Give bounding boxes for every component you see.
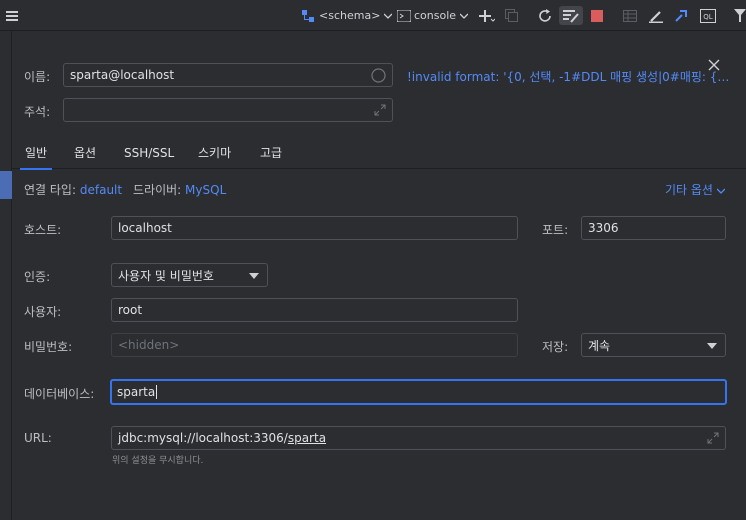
tab-advanced[interactable]: 고급 bbox=[260, 139, 282, 169]
chevron-down-icon bbox=[707, 343, 717, 349]
port-input[interactable]: 3306 bbox=[581, 216, 726, 240]
schema-selector[interactable]: <schema> bbox=[302, 6, 393, 25]
chevron-down-icon bbox=[460, 13, 469, 19]
chevron-down-icon bbox=[249, 273, 259, 279]
database-schema-icon bbox=[302, 9, 316, 22]
host-label: 호스트: bbox=[24, 223, 62, 237]
user-input[interactable]: root bbox=[111, 298, 518, 322]
user-value: root bbox=[118, 303, 143, 317]
connection-type-link[interactable]: default bbox=[80, 183, 122, 197]
edit-table-icon[interactable] bbox=[559, 6, 583, 25]
url-prefix: jdbc:mysql://localhost:3306/ bbox=[118, 431, 288, 445]
url-hint: 위의 설정을 무시합니다. bbox=[112, 456, 204, 466]
password-input[interactable]: <hidden> bbox=[111, 333, 518, 357]
comment-input[interactable] bbox=[63, 98, 393, 122]
comment-label: 주석: bbox=[24, 105, 51, 119]
user-label: 사용자: bbox=[24, 305, 62, 319]
expand-icon[interactable] bbox=[707, 432, 719, 447]
driver-link[interactable]: MySQL bbox=[185, 183, 226, 197]
filter-icon[interactable] bbox=[734, 6, 746, 25]
chevron-down-icon bbox=[384, 13, 393, 19]
url-input[interactable]: jdbc:mysql://localhost:3306/sparta bbox=[111, 426, 726, 450]
schema-label: <schema> bbox=[319, 9, 381, 22]
tab-options[interactable]: 옵션 bbox=[74, 139, 96, 169]
tab-ssh-ssl[interactable]: SSH/SSL bbox=[124, 139, 174, 169]
port-value: 3306 bbox=[588, 221, 619, 235]
top-toolbar: <schema> console QL bbox=[0, 0, 746, 31]
password-placeholder: <hidden> bbox=[118, 338, 180, 352]
name-label: 이름: bbox=[24, 70, 51, 84]
driver-label: 드라이버: MySQL bbox=[133, 181, 226, 198]
url-database: sparta bbox=[287, 431, 327, 445]
edit-icon[interactable] bbox=[649, 6, 663, 25]
data-source-dialog: 이름: sparta@localhost !invalid format: '{… bbox=[12, 31, 746, 520]
password-label: 비밀번호: bbox=[24, 340, 73, 354]
sql-icon[interactable]: QL bbox=[700, 6, 716, 25]
save-label: 저장: bbox=[542, 340, 569, 354]
auth-label: 인증: bbox=[24, 270, 51, 284]
table-icon[interactable] bbox=[623, 6, 637, 25]
host-input[interactable]: localhost bbox=[111, 216, 518, 240]
database-input[interactable]: sparta bbox=[110, 379, 727, 405]
name-input[interactable]: sparta@localhost bbox=[63, 63, 393, 87]
other-options-link[interactable]: 기타 옵션 bbox=[665, 181, 726, 198]
left-panel-strip bbox=[0, 31, 12, 520]
connection-type-label: 연결 타입: default bbox=[24, 181, 122, 198]
database-value: sparta bbox=[117, 385, 156, 399]
copy-icon[interactable] bbox=[505, 6, 518, 25]
format-warning[interactable]: !invalid format: '{0, 선택, -1#DDL 매핑 생성|0… bbox=[407, 68, 737, 85]
url-label: URL: bbox=[24, 431, 52, 445]
jump-icon[interactable] bbox=[674, 6, 688, 25]
console-label: console bbox=[414, 9, 457, 22]
text-cursor bbox=[156, 385, 158, 399]
host-value: localhost bbox=[118, 221, 172, 235]
auth-select[interactable]: 사용자 및 비밀번호 bbox=[111, 263, 268, 287]
tab-schemas[interactable]: 스키마 bbox=[198, 139, 231, 169]
add-icon[interactable] bbox=[479, 6, 495, 25]
refresh-icon[interactable] bbox=[538, 6, 552, 25]
active-panel-indicator bbox=[0, 171, 12, 199]
auth-value: 사용자 및 비밀번호 bbox=[118, 268, 214, 283]
expand-icon[interactable] bbox=[374, 104, 386, 119]
tab-general[interactable]: 일반 bbox=[19, 139, 53, 170]
stop-icon[interactable] bbox=[591, 6, 603, 25]
console-icon bbox=[397, 9, 411, 22]
circle-icon[interactable] bbox=[371, 68, 386, 86]
list-icon[interactable] bbox=[6, 6, 18, 25]
chevron-down-icon bbox=[716, 183, 726, 197]
other-options-text: 기타 옵션 bbox=[665, 183, 713, 197]
port-label: 포트: bbox=[542, 223, 569, 237]
name-value: sparta@localhost bbox=[70, 68, 175, 82]
save-value: 계속 bbox=[588, 338, 611, 353]
save-select[interactable]: 계속 bbox=[581, 333, 726, 357]
tab-bar: 일반 옵션 SSH/SSL 스키마 고급 bbox=[12, 139, 746, 170]
console-selector[interactable]: console bbox=[397, 6, 469, 25]
svg-text:QL: QL bbox=[703, 13, 713, 21]
connection-type-text: 연결 타입: bbox=[24, 183, 77, 197]
database-label: 데이터베이스: bbox=[24, 387, 95, 401]
driver-text: 드라이버: bbox=[133, 183, 182, 197]
